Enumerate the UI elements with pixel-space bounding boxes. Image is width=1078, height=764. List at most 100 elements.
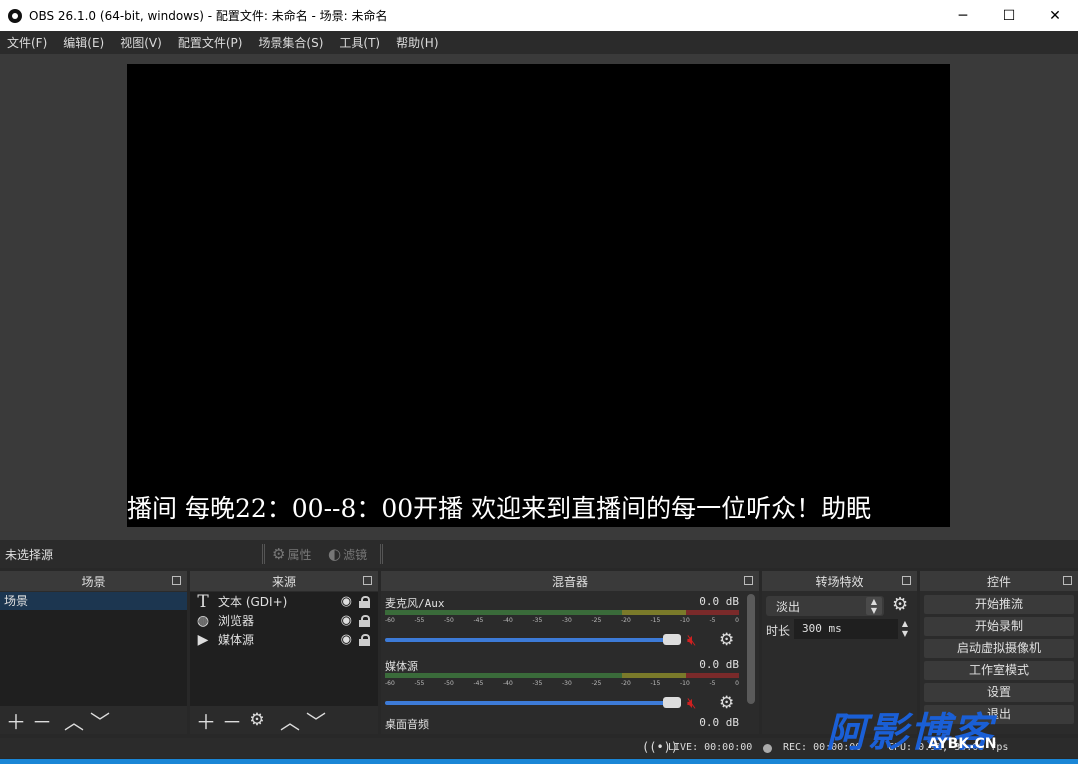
live-timer: LIVE: 00:00:00 [668, 742, 753, 753]
eye-icon[interactable]: ◉ [341, 632, 352, 647]
play-icon: ▶ [197, 631, 209, 648]
track-db: 0.0 dB [699, 658, 739, 671]
undock-icon[interactable] [1063, 576, 1072, 585]
add-source-button[interactable]: ＋ [196, 706, 216, 735]
menu-edit[interactable]: 编辑(E) [63, 34, 104, 51]
scene-item[interactable]: 场景 [0, 592, 187, 610]
record-dot-icon [763, 744, 772, 753]
filters-label: 滤镜 [343, 547, 368, 562]
volume-slider[interactable] [385, 638, 675, 642]
lock-icon[interactable] [359, 615, 370, 627]
undock-icon[interactable] [902, 576, 911, 585]
volume-slider-handle[interactable] [663, 697, 681, 708]
eye-icon[interactable]: ◉ [341, 613, 352, 628]
minimize-button[interactable]: ─ [940, 0, 986, 31]
start-streaming-button[interactable]: 开始推流 [924, 595, 1074, 614]
gear-icon[interactable]: ⚙ [719, 630, 734, 650]
duration-label: 时长 [766, 624, 791, 638]
gear-icon[interactable]: ⚙ [892, 594, 908, 615]
track-db: 0.0 dB [699, 716, 739, 729]
source-label: 浏览器 [218, 614, 255, 628]
globe-icon: ◍ [196, 612, 210, 629]
source-item-browser[interactable]: ◍ 浏览器 ◉ [190, 611, 378, 630]
filters-button[interactable]: ◐ 滤镜 [328, 544, 367, 564]
remove-source-button[interactable]: － [222, 706, 242, 735]
lock-icon[interactable] [359, 634, 370, 646]
menu-bar: 文件(F) 编辑(E) 视图(V) 配置文件(P) 场景集合(S) 工具(T) … [0, 31, 1078, 54]
mixer-tracks: 麦克风/Aux 0.0 dB -60 -55 -50 -45 -40 -35 -30 -25-… [381, 592, 759, 734]
gear-icon[interactable]: ⚙ [719, 693, 734, 713]
move-source-up-button[interactable]: ︿ [280, 706, 300, 735]
scenes-toolbar: ＋ － ︿ ﹀ [0, 706, 187, 734]
muted-speaker-icon[interactable]: 🔇︎ [687, 694, 696, 712]
undock-icon[interactable] [363, 576, 372, 585]
source-toolbar: 未选择源 ⚙ 属性 ◐ 滤镜 [0, 540, 1078, 568]
mixer-dock-title: 混音器 [551, 574, 588, 589]
watermark-logo: 阿影博客 AYBK.CN [826, 700, 1056, 756]
menu-file[interactable]: 文件(F) [7, 34, 47, 51]
mixer-dock-header: 混音器 [381, 571, 759, 591]
start-recording-button[interactable]: 开始录制 [924, 617, 1074, 636]
title-bar: OBS 26.1.0 (64-bit, windows) - 配置文件: 未命名… [0, 0, 1078, 31]
duration-stepper[interactable]: ▲ ▼ [898, 619, 912, 639]
updown-arrows-icon: ▲ ▼ [866, 597, 882, 615]
track-db: 0.0 dB [699, 595, 739, 608]
undock-icon[interactable] [744, 576, 753, 585]
undock-icon[interactable] [172, 576, 181, 585]
start-virtual-camera-button[interactable]: 启动虚拟摄像机 [924, 639, 1074, 658]
track-name: 桌面音频 [385, 718, 429, 731]
transitions-dock-header: 转场特效 [762, 571, 917, 591]
move-scene-down-button[interactable]: ﹀ [90, 706, 110, 735]
source-item-media[interactable]: ▶ 媒体源 ◉ [190, 630, 378, 649]
text-icon: T [197, 591, 209, 612]
close-button[interactable]: ✕ [1032, 0, 1078, 31]
menu-scene-collection[interactable]: 场景集合(S) [258, 34, 323, 51]
move-source-down-button[interactable]: ﹀ [306, 706, 326, 735]
move-scene-up-button[interactable]: ︿ [64, 706, 84, 735]
toolbar-separator [380, 544, 383, 564]
muted-speaker-icon[interactable]: 🔇︎ [687, 631, 696, 649]
meter-scale: -60 -55 -50 -45 -40 -35 -30 -25 -20 -15 -10 -5 0 [385, 680, 739, 687]
transition-select[interactable]: 淡出 ▲ ▼ [766, 596, 884, 616]
transition-selected: 淡出 [776, 599, 801, 614]
volume-slider[interactable] [385, 701, 675, 705]
sources-dock-title: 来源 [271, 574, 296, 589]
properties-label: 属性 [287, 547, 312, 562]
track-name: 麦克风/Aux [385, 597, 445, 610]
eye-icon[interactable]: ◉ [341, 594, 352, 609]
sources-list: T 文本 (GDI+) ◉ ◍ 浏览器 ◉ ▶ 媒体源 ◉ [190, 592, 378, 706]
lock-icon[interactable] [359, 596, 370, 608]
add-scene-button[interactable]: ＋ [6, 706, 26, 735]
toolbar-separator [262, 544, 265, 564]
menu-tools[interactable]: 工具(T) [339, 34, 380, 51]
volume-meter [385, 673, 739, 678]
mixer-track-media: 媒体源 0.0 dB -60 -55 -50 -45 -40 -35 -30 -25 -20 -1… [385, 658, 741, 716]
volume-slider-handle[interactable] [663, 634, 681, 645]
sources-dock: 来源 T 文本 (GDI+) ◉ ◍ 浏览器 ◉ ▶ 媒体源 ◉ ＋ － ⚙ ︿… [190, 571, 378, 734]
source-label: 文本 (GDI+) [218, 595, 288, 609]
preview-canvas[interactable]: 播间 每晚22：00--8：00开播 欢迎来到直播间的每一位听众！助眠 [127, 64, 950, 527]
gear-icon: ⚙ [272, 545, 286, 563]
source-properties-gear-icon[interactable]: ⚙ [248, 710, 266, 730]
scenes-dock: 场景 场景 ＋ － ︿ ﹀ [0, 571, 187, 734]
transitions-dock-title: 转场特效 [815, 574, 864, 589]
window-controls: ─ ☐ ✕ [940, 0, 1078, 31]
window-title: OBS 26.1.0 (64-bit, windows) - 配置文件: 未命名… [29, 9, 388, 23]
properties-button[interactable]: ⚙ 属性 [272, 544, 311, 564]
scenes-dock-header: 场景 [0, 571, 187, 591]
mixer-scrollbar[interactable] [747, 594, 755, 704]
duration-input[interactable]: 300 ms [794, 619, 898, 639]
menu-help[interactable]: 帮助(H) [396, 34, 438, 51]
mixer-track-desktop: 桌面音频 0.0 dB [385, 716, 741, 734]
scenes-list: 场景 [0, 592, 187, 706]
studio-mode-button[interactable]: 工作室模式 [924, 661, 1074, 680]
sources-toolbar: ＋ － ⚙ ︿ ﹀ [190, 706, 378, 734]
menu-view[interactable]: 视图(V) [120, 34, 162, 51]
source-item-text[interactable]: T 文本 (GDI+) ◉ [190, 591, 378, 612]
maximize-button[interactable]: ☐ [986, 0, 1032, 31]
watermark-domain: AYBK.CN [928, 736, 997, 752]
remove-scene-button[interactable]: － [32, 706, 52, 735]
controls-dock-header: 控件 [920, 571, 1078, 591]
menu-profile[interactable]: 配置文件(P) [178, 34, 243, 51]
mixer-dock: 混音器 麦克风/Aux 0.0 dB -60 -55 -50 -45 -40 -35 -30… [381, 571, 759, 734]
